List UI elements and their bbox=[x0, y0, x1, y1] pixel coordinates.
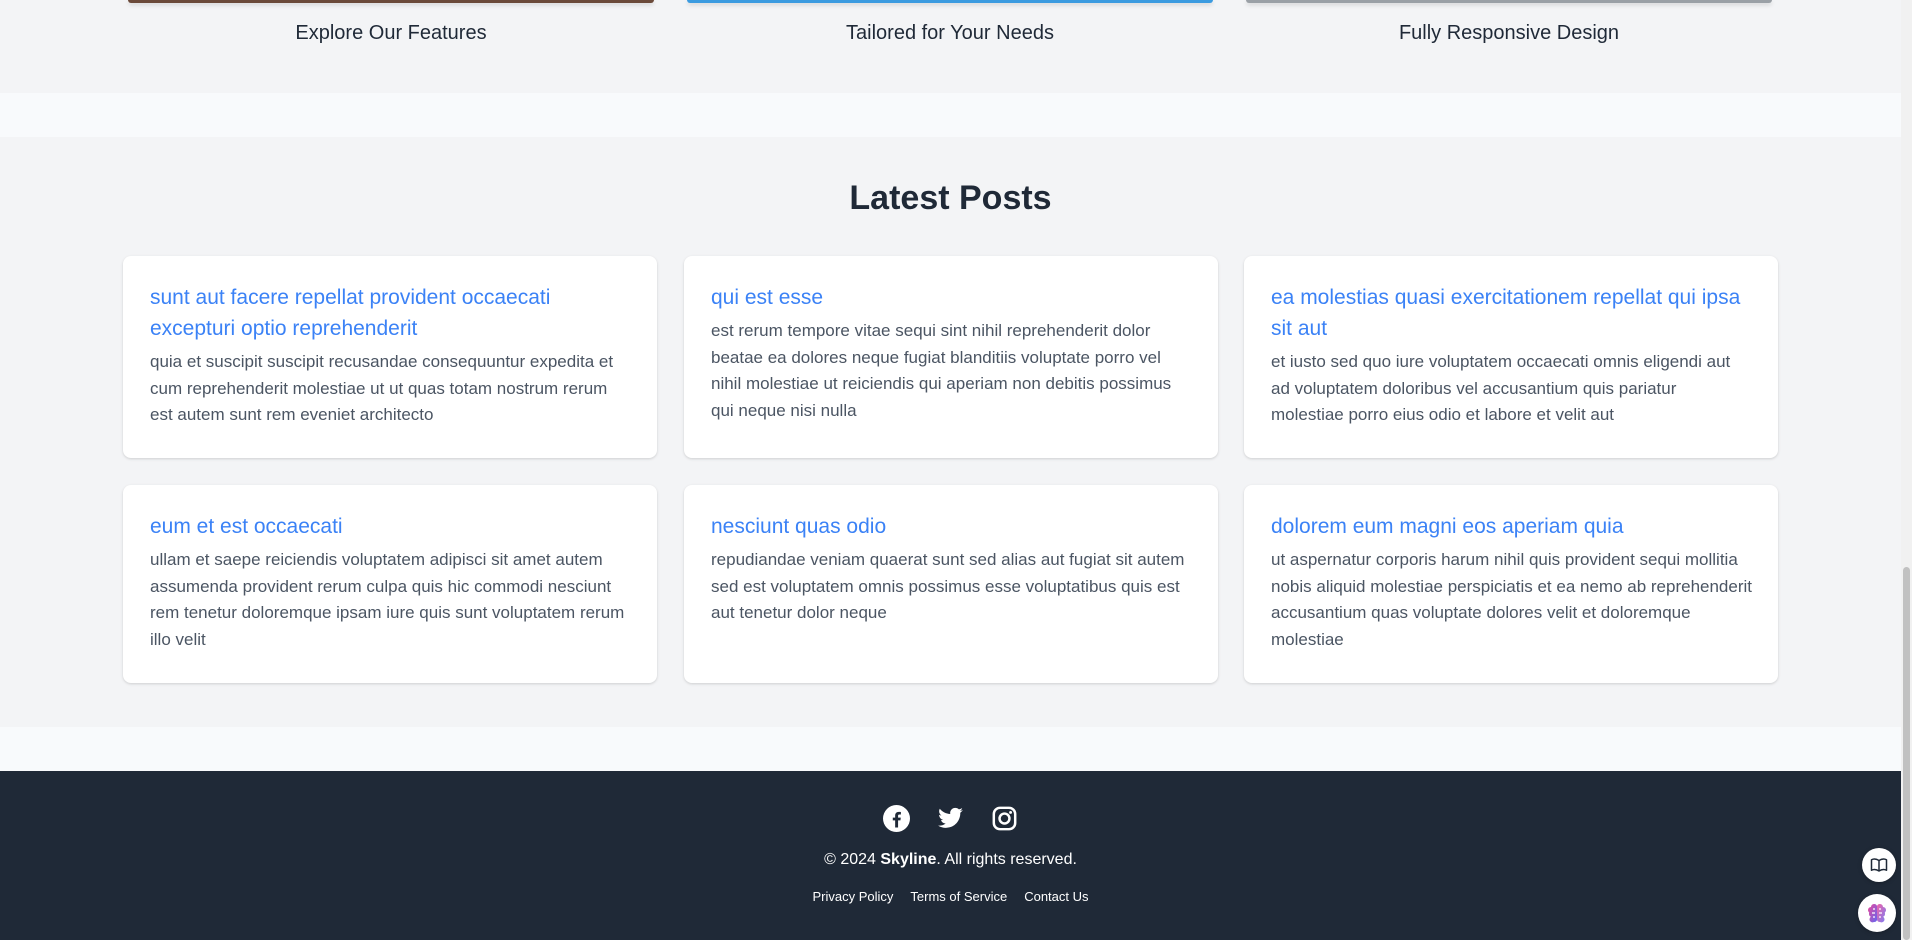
section-heading: Latest Posts bbox=[849, 179, 1052, 217]
section-divider bbox=[0, 93, 1901, 137]
post-title-link[interactable]: nesciunt quas odio bbox=[711, 511, 1192, 542]
feature-image bbox=[687, 0, 1213, 3]
page-scrollbar[interactable] bbox=[1901, 0, 1912, 940]
twitter-icon[interactable] bbox=[937, 805, 964, 832]
features-section: Explore Our Features Tailored for Your N… bbox=[0, 0, 1901, 93]
post-body: repudiandae veniam quaerat sunt sed alia… bbox=[711, 550, 1185, 622]
facebook-icon[interactable] bbox=[883, 805, 910, 832]
reader-widget-button[interactable] bbox=[1862, 848, 1896, 882]
social-links bbox=[0, 805, 1901, 832]
post-title-link[interactable]: qui est esse bbox=[711, 282, 1192, 313]
feature-card-explore[interactable]: Explore Our Features bbox=[128, 0, 654, 93]
feature-title: Tailored for Your Needs bbox=[846, 22, 1054, 44]
post-body: ullam et saepe reiciendis voluptatem adi… bbox=[150, 550, 625, 649]
feature-image bbox=[1246, 0, 1772, 3]
feature-image bbox=[128, 0, 654, 3]
post-body: est rerum tempore vitae sequi sint nihil… bbox=[711, 321, 1172, 420]
feature-card-responsive[interactable]: Fully Responsive Design bbox=[1246, 0, 1772, 93]
brain-icon bbox=[1868, 903, 1886, 923]
post-body: et iusto sed quo iure voluptatem occaeca… bbox=[1271, 352, 1731, 424]
instagram-icon[interactable] bbox=[991, 805, 1018, 832]
contact-us-link[interactable]: Contact Us bbox=[1024, 889, 1088, 904]
terms-of-service-link[interactable]: Terms of Service bbox=[910, 889, 1007, 904]
post-card[interactable]: nesciunt quas odio repudiandae veniam qu… bbox=[684, 485, 1218, 683]
post-card[interactable]: sunt aut facere repellat provident occae… bbox=[123, 256, 657, 458]
post-card[interactable]: dolorem eum magni eos aperiam quia ut as… bbox=[1244, 485, 1778, 683]
post-card[interactable]: eum et est occaecati ullam et saepe reic… bbox=[123, 485, 657, 683]
latest-posts-section: Latest Posts sunt aut facere repellat pr… bbox=[0, 137, 1901, 727]
feature-title: Fully Responsive Design bbox=[1398, 22, 1620, 44]
brand-name: Skyline bbox=[880, 851, 937, 868]
copyright-prefix: © 2024 bbox=[824, 851, 881, 868]
privacy-policy-link[interactable]: Privacy Policy bbox=[812, 889, 893, 904]
book-icon bbox=[1870, 858, 1888, 872]
post-title-link[interactable]: sunt aut facere repellat provident occae… bbox=[150, 282, 631, 344]
copyright-text: © 2024 Skyline. All rights reserved. bbox=[0, 851, 1901, 869]
post-title-link[interactable]: dolorem eum magni eos aperiam quia bbox=[1271, 511, 1752, 542]
post-body: ut aspernatur corporis harum nihil quis … bbox=[1271, 550, 1753, 649]
footer-nav: Privacy Policy Terms of Service Contact … bbox=[0, 889, 1901, 904]
post-card[interactable]: ea molestias quasi exercitationem repell… bbox=[1244, 256, 1778, 458]
copyright-suffix: . All rights reserved. bbox=[936, 851, 1077, 868]
scrollbar-thumb[interactable] bbox=[1903, 567, 1910, 940]
post-title-link[interactable]: eum et est occaecati bbox=[150, 511, 631, 542]
post-title-link[interactable]: ea molestias quasi exercitationem repell… bbox=[1271, 282, 1752, 344]
feature-card-tailored[interactable]: Tailored for Your Needs bbox=[687, 0, 1213, 93]
post-body: quia et suscipit suscipit recusandae con… bbox=[150, 352, 614, 424]
page: Explore Our Features Tailored for Your N… bbox=[0, 0, 1912, 940]
assistant-widget-button[interactable] bbox=[1858, 894, 1896, 932]
feature-title: Explore Our Features bbox=[295, 22, 487, 44]
site-footer: © 2024 Skyline. All rights reserved. Pri… bbox=[0, 771, 1901, 940]
section-divider bbox=[0, 727, 1901, 771]
post-card[interactable]: qui est esse est rerum tempore vitae seq… bbox=[684, 256, 1218, 458]
